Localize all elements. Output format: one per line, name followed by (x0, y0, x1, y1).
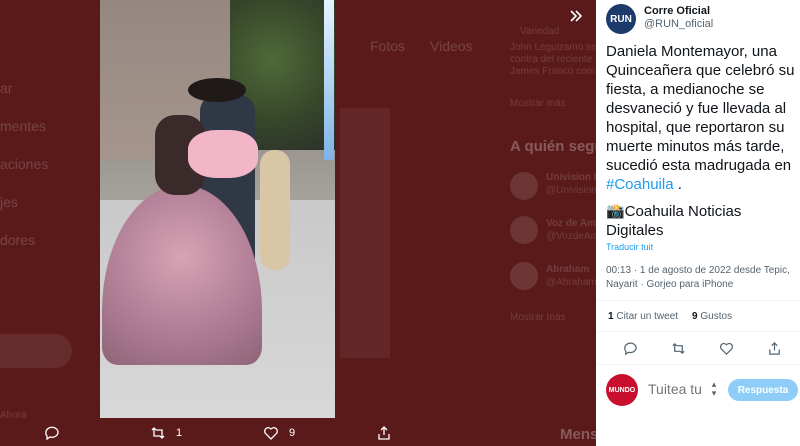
tweet-source-credit: 📸Coahuila Noticias Digitales (606, 203, 742, 239)
like-button[interactable] (716, 338, 736, 358)
follow-handle-0: @Univision (546, 185, 597, 196)
follow-avatar-0 (510, 172, 538, 200)
sidebar-item-2: aciones (0, 156, 49, 172)
hashtag-link[interactable]: #Coahuila (606, 176, 674, 193)
tweet-timestamp[interactable]: 00:13 · 1 de agosto de 2022 desde Tepic,… (606, 264, 796, 292)
overlay-like-count: 9 (289, 427, 296, 439)
divider (596, 364, 800, 365)
divider (596, 300, 800, 301)
like-stat[interactable]: 9 Gustos (692, 311, 732, 322)
follow-avatar-2 (510, 262, 538, 290)
follow-name-1: Voz de Am (546, 218, 597, 229)
author-handle[interactable]: @RUN_oficial (644, 18, 713, 30)
share-button[interactable] (764, 338, 784, 358)
share-icon (378, 426, 390, 440)
timeline-card-bg (340, 108, 390, 358)
tab-fotos: Fotos (370, 38, 406, 54)
retweet-icon (671, 342, 685, 354)
tweet-media[interactable] (100, 0, 335, 418)
reply-button[interactable] (620, 338, 640, 358)
tweet-stats: 1 Citar un tweet 9 Gustos (608, 311, 732, 322)
sidebar-item-3: jes (0, 194, 18, 210)
retweet-stat[interactable]: 1 Citar un tweet (608, 311, 678, 322)
overlay-retweet-count: 1 (176, 427, 183, 439)
avatar[interactable]: RUN (606, 4, 636, 34)
reply-icon (623, 342, 637, 355)
tab-videos: Videos (430, 38, 473, 54)
author-display-name[interactable]: Corre Oficial (644, 5, 710, 17)
user-avatar[interactable]: MUNDO (606, 374, 638, 406)
follow-avatar-1 (510, 216, 538, 244)
reply-submit-button[interactable]: Respuesta (728, 379, 798, 401)
follow-name-0: Univision L (546, 172, 600, 183)
tweet-detail-panel: RUN Corre Oficial @RUN_oficial Daniela M… (596, 0, 800, 446)
expand-panel-button[interactable] (562, 2, 590, 30)
tweet-body: Daniela Montemayor, una Quinceañera que … (606, 43, 795, 174)
tweet-actions (596, 336, 800, 360)
divider (596, 331, 800, 332)
tweet-button-bg (0, 334, 72, 368)
overlay-like-button[interactable]: 9 (263, 420, 295, 446)
avatar-logo-text: RUN (610, 13, 632, 25)
media-action-bar: 1 9 (0, 420, 596, 446)
media-light (324, 0, 334, 160)
overlay-share-button[interactable] (376, 420, 392, 446)
retweet-icon (151, 427, 165, 439)
overlay-reply-button[interactable] (44, 420, 60, 446)
reply-input[interactable] (646, 380, 706, 398)
tweet-end: . (673, 176, 682, 193)
overlay-retweet-button[interactable]: 1 (150, 420, 182, 446)
trend-line-1: John Leguizamo se (510, 42, 597, 53)
trend-line-3: James Franco com (510, 66, 596, 77)
follow-name-2: Abraham (546, 264, 590, 275)
heart-icon (719, 342, 733, 355)
trend-line-2: contra del reciente (510, 54, 593, 65)
sidebar-item-1: mentes (0, 118, 46, 134)
sidebar-item-0: ar (0, 80, 13, 96)
heart-icon (264, 427, 278, 440)
follow-show-more: Mostrar más (510, 312, 566, 323)
reply-icon (45, 426, 59, 441)
media-hat (188, 78, 246, 102)
scroll-arrows-icon[interactable]: ▴ ▾ (708, 380, 720, 398)
sidebar-item-4: dores (0, 232, 36, 248)
retweet-button[interactable] (668, 338, 688, 358)
tweet-text: Daniela Montemayor, una Quinceañera que … (606, 42, 796, 194)
trend-show-more: Mostrar más (510, 98, 566, 109)
share-icon (768, 341, 780, 355)
media-pink-tulle (188, 130, 258, 178)
trend-author: Variedad (520, 26, 560, 37)
translate-link[interactable]: Traducir tuit (606, 242, 653, 252)
user-avatar-logo-text: MUNDO (608, 386, 636, 394)
media-child-figure (260, 150, 290, 270)
double-chevron-right-icon (570, 10, 583, 22)
